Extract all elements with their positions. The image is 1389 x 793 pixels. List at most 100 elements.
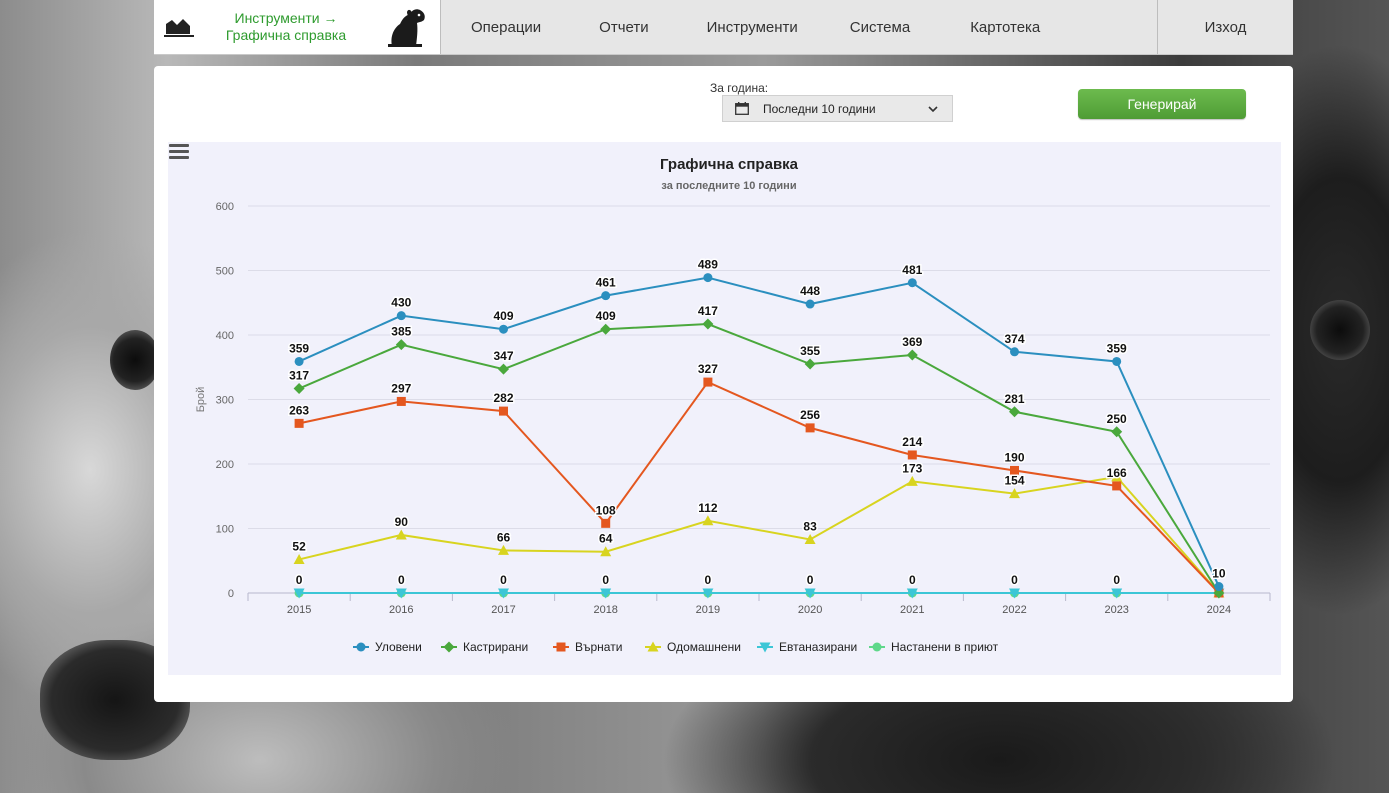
y-tick-label: 200 <box>216 459 234 471</box>
chart-subtitle: за последните 10 години <box>661 180 796 192</box>
legend-item: Уловени <box>375 640 422 654</box>
x-tick-label: 2022 <box>1002 604 1026 616</box>
x-tick-label: 2020 <box>798 604 822 616</box>
series-2-point <box>294 418 304 428</box>
data-label: 66 <box>497 530 511 544</box>
breadcrumb[interactable]: Инструменти → Графична справка <box>206 10 366 44</box>
series-2-point <box>601 518 611 528</box>
data-label: 190 <box>1004 450 1024 464</box>
main-menu: Операции Отчети Инструменти Система Карт… <box>441 0 1157 54</box>
x-tick-label: 2019 <box>696 604 720 616</box>
series-0-point <box>1010 347 1019 357</box>
data-label: 214 <box>902 435 922 449</box>
data-label: 461 <box>596 276 616 290</box>
x-tick-label: 2016 <box>389 604 413 616</box>
chart-title: Графична справка <box>660 156 799 173</box>
series-1-point <box>395 339 407 351</box>
y-tick-label: 600 <box>216 201 234 213</box>
year-select[interactable]: Последни 10 години <box>722 95 953 122</box>
series-3-line <box>298 475 1220 594</box>
year-filter-label: За година: <box>710 81 769 95</box>
calendar-icon <box>735 102 749 115</box>
menu-operations[interactable]: Операции <box>471 19 541 36</box>
data-label: 90 <box>395 515 409 529</box>
y-tick-label: 500 <box>216 266 234 278</box>
series-1-point <box>293 383 305 395</box>
data-label: 0 <box>807 573 814 587</box>
data-label: 0 <box>602 573 609 587</box>
data-label: 10 <box>1212 567 1226 581</box>
series-1-point <box>600 323 612 335</box>
series-2-point <box>396 396 406 406</box>
series-3-point <box>395 529 407 540</box>
legend-symbol-marker <box>356 642 366 652</box>
series-1-point <box>804 358 816 370</box>
year-select-value: Последни 10 години <box>763 101 876 116</box>
report-panel: За година: Последни 10 години Генерирай … <box>154 66 1293 702</box>
generate-button[interactable]: Генерирай <box>1078 89 1246 119</box>
menu-records[interactable]: Картотека <box>970 19 1040 36</box>
line-chart: Графична справка за последните 10 години 0… <box>168 142 1281 675</box>
series-3-point <box>702 515 714 526</box>
data-label: 0 <box>500 573 507 587</box>
series-0-point <box>703 273 713 283</box>
data-label: 173 <box>902 461 922 475</box>
series-0-point <box>294 356 304 366</box>
x-tick-label: 2023 <box>1104 604 1128 616</box>
legend-item: Настанени в приют <box>891 640 999 654</box>
data-label: 430 <box>391 296 411 310</box>
data-label: 369 <box>902 335 922 349</box>
series-0-point <box>805 299 815 309</box>
series-0-point <box>1112 356 1122 366</box>
legend-symbol-marker <box>872 642 882 652</box>
brand-area: Инструменти → Графична справка <box>154 0 441 54</box>
legend-symbol-marker <box>556 642 566 652</box>
series-1-point <box>1009 406 1020 418</box>
data-label: 374 <box>1004 332 1024 346</box>
x-tick-label: 2024 <box>1207 604 1231 616</box>
series-1-line <box>298 323 1220 594</box>
data-label: 355 <box>800 344 820 358</box>
menu-system[interactable]: Система <box>850 19 910 36</box>
data-label: 83 <box>803 519 817 533</box>
chart-canvas: Графична справка за последните 10 години 0… <box>195 156 1271 654</box>
area-chart-icon <box>164 19 194 37</box>
data-label: 297 <box>391 381 411 395</box>
legend-item: Одомашнени <box>667 640 741 654</box>
data-label: 281 <box>1004 392 1024 406</box>
data-label: 0 <box>909 573 916 587</box>
series-1-point <box>498 363 509 375</box>
series-0-point <box>396 311 406 321</box>
data-label: 0 <box>1113 573 1120 587</box>
y-tick-label: 0 <box>228 588 234 600</box>
series-2-point <box>1112 481 1122 491</box>
y-axis-label: Брой <box>195 387 207 413</box>
data-label: 154 <box>1004 474 1024 488</box>
series-0-point <box>1214 582 1224 592</box>
data-label: 327 <box>698 362 718 376</box>
data-label: 112 <box>698 501 718 515</box>
background-dog-eye <box>110 330 160 390</box>
data-label: 263 <box>289 403 309 417</box>
data-label: 385 <box>391 325 411 339</box>
y-tick-label: 100 <box>216 524 234 536</box>
data-label: 282 <box>493 391 513 405</box>
series-2-point <box>907 450 917 460</box>
logout-button[interactable]: Изход <box>1157 0 1293 54</box>
dog-logo-icon <box>388 9 425 47</box>
x-tick-label: 2021 <box>900 604 924 616</box>
background-dog-eye-right <box>1310 300 1370 360</box>
data-label: 409 <box>493 309 513 323</box>
data-label: 317 <box>289 369 309 383</box>
menu-tools[interactable]: Инструменти <box>707 19 798 36</box>
data-label: 359 <box>1107 341 1127 355</box>
data-label: 409 <box>596 309 616 323</box>
series-2-point <box>805 423 815 433</box>
data-label: 0 <box>296 573 303 587</box>
series-0-point <box>601 291 611 301</box>
menu-reports[interactable]: Отчети <box>599 19 648 36</box>
series-1-point <box>702 318 714 330</box>
data-label: 52 <box>292 539 306 553</box>
legend-symbol-marker <box>443 641 455 653</box>
chart-menu-icon[interactable] <box>168 142 190 160</box>
